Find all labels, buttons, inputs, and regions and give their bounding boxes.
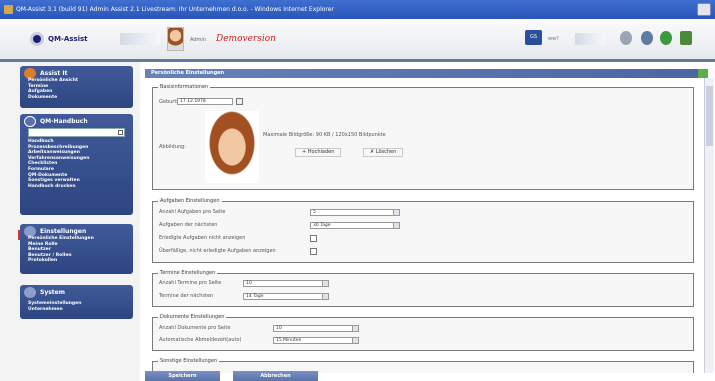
demo-label: Demoversion bbox=[216, 34, 276, 44]
nav-system: System Systemeinstellungen Unternehmen bbox=[20, 285, 133, 319]
handbook-icon bbox=[24, 115, 36, 127]
appointments-next-select[interactable]: 14 Tage bbox=[243, 293, 329, 300]
appointments-next-label: Termine der nächsten bbox=[159, 293, 214, 299]
documents-per-page-label: Anzahl Dokumente pro Seite bbox=[159, 325, 231, 331]
logo[interactable]: QM-Assist bbox=[30, 32, 87, 46]
show-overdue-label: Überfällige, nicht erledigte Aufgaben an… bbox=[159, 248, 276, 254]
logo-icon bbox=[30, 32, 44, 46]
upload-button[interactable]: + Hochladen bbox=[295, 148, 342, 157]
page-title-bar: Persönliche Einstellungen bbox=[145, 69, 708, 78]
nav-handbook-title: QM-Handbuch bbox=[40, 117, 88, 125]
birthday-input[interactable]: 17.12.1978 bbox=[177, 98, 233, 105]
nav-handbook: QM-Handbuch Handbuch Prozessbeschreibung… bbox=[20, 114, 133, 215]
appointments-per-page-label: Anzahl Termine pro Seite bbox=[159, 280, 222, 286]
assist-icon bbox=[24, 67, 36, 79]
refresh-icon[interactable] bbox=[641, 31, 653, 45]
appointments-per-page-select[interactable]: 10 bbox=[243, 280, 329, 287]
handbook-search-input[interactable] bbox=[28, 128, 125, 137]
show-overdue-checkbox[interactable] bbox=[310, 248, 317, 255]
scrollbar-thumb[interactable] bbox=[706, 86, 713, 146]
documents-per-page-value: 10 bbox=[276, 326, 282, 331]
header-divider bbox=[120, 33, 160, 45]
save-button[interactable]: Speichern bbox=[145, 371, 220, 381]
logo-text: QM-Assist bbox=[48, 35, 88, 43]
nav-item-print-handbook[interactable]: Handbuch drucken bbox=[24, 184, 129, 190]
max-size-text: Maximale Bildgröße: 90 KB / 120x150 Bild… bbox=[263, 132, 386, 138]
chevron-down-icon bbox=[352, 326, 358, 331]
gs-badge[interactable]: GS bbox=[525, 30, 542, 45]
panel-tasks-title: Aufgaben Einstellungen bbox=[158, 198, 222, 204]
panel-basic-title: Basisinformationen bbox=[158, 84, 211, 90]
documents-per-page-select[interactable]: 10 bbox=[273, 325, 359, 332]
photo-label: Abbildung: bbox=[159, 144, 186, 150]
tasks-next-value: 30 Tage bbox=[313, 223, 331, 228]
panel-basic-info: Basisinformationen Geburtstag: 17.12.197… bbox=[152, 84, 694, 190]
appointments-next-value: 14 Tage bbox=[246, 294, 264, 299]
tasks-next-select[interactable]: 30 Tage bbox=[310, 222, 400, 229]
window-close-button[interactable] bbox=[697, 3, 711, 16]
nav-assist: Assist It Persönliche Ansicht Termine Au… bbox=[20, 66, 133, 108]
panel-appointments-title: Termine Einstellungen bbox=[158, 270, 218, 276]
chevron-down-icon bbox=[322, 281, 328, 286]
delete-button[interactable]: ✗ Löschen bbox=[363, 148, 404, 157]
appointments-per-page-value: 10 bbox=[246, 281, 252, 286]
user-name: Admin bbox=[190, 37, 206, 43]
window-title: QM-Assist 3.1 (build 91) Admin Assist 2.… bbox=[16, 6, 334, 13]
help-icon[interactable] bbox=[660, 31, 672, 45]
scrollbar[interactable] bbox=[704, 78, 714, 373]
panel-other-title: Sonstige Einstellungen bbox=[158, 358, 220, 364]
settings-nav-icon bbox=[24, 225, 36, 237]
chevron-down-icon bbox=[393, 223, 399, 228]
calendar-icon[interactable] bbox=[236, 98, 243, 105]
tasks-next-label: Aufgaben der nächsten bbox=[159, 222, 218, 228]
window-titlebar: QM-Assist 3.1 (build 91) Admin Assist 2.… bbox=[0, 0, 715, 19]
panel-appointments: Termine Einstellungen Anzahl Termine pro… bbox=[152, 270, 694, 307]
ok-icon[interactable] bbox=[698, 69, 708, 78]
nav-item-documents[interactable]: Dokumente bbox=[24, 95, 129, 101]
system-icon bbox=[24, 286, 36, 298]
nav-settings-title: Einstellungen bbox=[40, 227, 87, 235]
tasks-per-page-label: Anzahl Aufgaben pro Seite bbox=[159, 209, 226, 215]
page-title: Persönliche Einstellungen bbox=[151, 70, 225, 76]
gs-text: ww? bbox=[548, 36, 559, 42]
logout-icon[interactable] bbox=[680, 31, 692, 45]
app-header: QM-Assist Admin Demoversion GS ww? bbox=[0, 19, 715, 62]
cancel-button[interactable]: Abbrechen bbox=[233, 371, 318, 381]
hide-completed-label: Erledigte Aufgaben nicht anzeigen bbox=[159, 235, 246, 241]
app-icon bbox=[4, 5, 13, 14]
hide-completed-checkbox[interactable] bbox=[310, 235, 317, 242]
chevron-down-icon bbox=[322, 294, 328, 299]
settings-icon[interactable] bbox=[620, 31, 632, 45]
user-avatar[interactable] bbox=[167, 27, 184, 51]
nav-assist-title: Assist It bbox=[40, 69, 68, 77]
profile-photo bbox=[205, 111, 259, 183]
panel-tasks: Aufgaben Einstellungen Anzahl Aufgaben p… bbox=[152, 198, 694, 263]
panel-documents-title: Dokumente Einstellungen bbox=[158, 314, 227, 320]
nav-system-title: System bbox=[40, 288, 65, 296]
chevron-down-icon bbox=[352, 338, 358, 343]
tasks-per-page-select[interactable]: 5 bbox=[310, 209, 400, 216]
panel-documents: Dokumente Einstellungen Anzahl Dokumente… bbox=[152, 314, 694, 351]
logout-time-label: Automatische Abmeldezeit(auto) bbox=[159, 337, 242, 343]
nav-item-company[interactable]: Unternehmen bbox=[24, 307, 129, 313]
search-icon[interactable] bbox=[118, 130, 123, 135]
nav-settings: Einstellungen Persönliche Einstellungen … bbox=[20, 224, 133, 274]
header-divider-right bbox=[575, 33, 605, 45]
chevron-down-icon bbox=[393, 210, 399, 215]
sidebar bbox=[0, 62, 140, 381]
logout-time-value: 15 Minuten bbox=[276, 338, 302, 343]
tasks-per-page-value: 5 bbox=[313, 210, 316, 215]
logout-time-select[interactable]: 15 Minuten bbox=[273, 337, 359, 344]
nav-item-protocols[interactable]: Protokollen bbox=[24, 258, 129, 264]
